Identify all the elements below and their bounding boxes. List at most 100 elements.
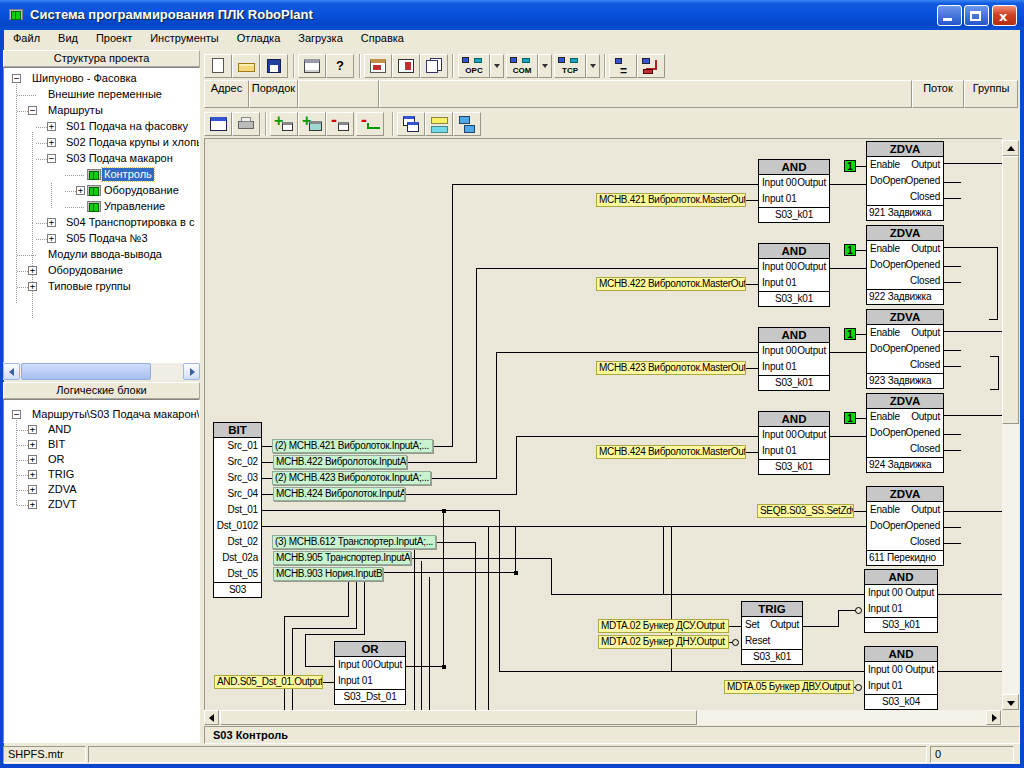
hscroll-thumb[interactable] [220,710,697,725]
tree-item-label[interactable]: ZDVA [46,483,79,496]
menu-item-5[interactable]: Загрузка [289,30,351,46]
menu-item-1[interactable]: Вид [49,30,87,46]
block-AND[interactable]: ANDInput 00OutputInput 01S03_k04 [864,646,938,710]
signal-label-yellow[interactable]: AND.S05_Dst_01.Output [214,675,323,689]
scroll-right-button[interactable] [986,710,1001,725]
tree-item-label[interactable]: S03 Подача макарон [64,152,175,165]
tree-expander[interactable]: + [76,186,85,195]
tree-expander[interactable]: + [28,440,37,449]
tree-expander[interactable]: + [28,425,37,434]
block-ZDVA[interactable]: ZDVAEnableOutputDoOpenOpenedClosed921 За… [866,141,944,221]
tree-expander[interactable]: + [47,218,56,227]
close-button[interactable]: x [992,5,1017,26]
tree-expander[interactable]: − [28,106,37,115]
signal-label-yellow[interactable]: МСНВ.423 Вибролоток.MasterOut [596,361,746,375]
signal-label-green[interactable]: МСНВ.422 Вибролоток.InputA [273,455,407,469]
block-ZDVA[interactable]: ZDVAEnableOutputDoOpenOpenedClosed611 Пе… [866,486,944,566]
block-AND[interactable]: ANDInput 00OutputInput 01S03_k01 [864,569,938,633]
add-block-button[interactable]: + [270,112,298,136]
diagram-canvas[interactable]: ANDInput 00OutputInput 01S03_k01 ANDInput… [204,138,1002,710]
equals-button[interactable]: = [609,54,637,78]
scroll-left-button[interactable] [204,710,219,725]
table-button[interactable] [298,54,326,78]
block-AND[interactable]: ANDInput 00OutputInput 01S03_k01 [758,411,830,475]
opc-dropdown[interactable] [490,54,504,78]
tree-item-label[interactable]: Оборудование [102,184,181,197]
help-button[interactable]: ? [326,54,354,78]
remove-block-button[interactable]: - [326,112,354,136]
tree-expander[interactable]: + [47,234,56,243]
menu-item-4[interactable]: Отладка [228,30,289,46]
print-button[interactable] [232,112,260,136]
grid-header-cell-1[interactable]: Порядок [249,80,298,108]
signal-label-yellow[interactable]: MDTA.02 Бункер ДНУ.Output [598,635,729,649]
menu-item-2[interactable]: Проект [87,30,141,46]
grid-header-cell-5[interactable]: Группы [964,80,1018,108]
block-ZDVA[interactable]: ZDVAEnableOutputDoOpenOpenedClosed923 За… [866,309,944,389]
configure-block-button[interactable] [392,54,420,78]
tile-horizontal-button[interactable] [425,112,453,136]
remove-link-button[interactable]: - [356,112,384,136]
grid-header-cell-4[interactable]: Поток [912,80,964,108]
tree-scroll-thumb[interactable] [21,363,151,380]
tree-item-label[interactable]: TRIG [46,468,76,481]
tree-expander[interactable]: + [28,485,37,494]
import-block-button[interactable] [364,54,392,78]
tree-expander[interactable]: − [12,74,21,83]
block-ZDVA[interactable]: ZDVAEnableOutputDoOpenOpenedClosed924 За… [866,393,944,473]
tree-scroll-left-button[interactable] [3,363,20,380]
menu-item-6[interactable]: Справка [352,30,413,46]
maximize-button[interactable] [964,5,989,26]
block-OR[interactable]: ORInput 00OutputInput 01S03_Dst_01 [334,641,406,705]
tree-scroll-right-button[interactable] [183,363,200,380]
com-button[interactable]: COM [506,54,538,78]
grid-header-cell-0[interactable]: Адрес [204,80,249,108]
tree-item-label[interactable]: Модули ввода-вывода [46,248,164,261]
signal-label-yellow[interactable]: SEQB.S03_SS.SetZdv [757,504,854,518]
tree-item-label[interactable]: Шипуново - Фасовка [30,72,139,85]
block-BIT[interactable]: BITSrc_01Src_02Src_03Src_04Dst_01Dst_010… [213,422,262,598]
tree-item-label[interactable]: Типовые группы [46,280,133,293]
block-AND[interactable]: ANDInput 00OutputInput 01S03_k01 [758,243,830,307]
tree-item-label[interactable]: AND [46,423,73,436]
grid-header-cell-3[interactable] [379,80,912,108]
tree-item-label[interactable]: OR [46,453,67,466]
scroll-down-button[interactable] [1002,694,1019,710]
opc-button[interactable]: OPC [458,54,490,78]
tree-expander[interactable]: − [47,154,56,163]
tree-expander[interactable]: + [28,266,37,275]
tree-item-label[interactable]: ZDVT [46,498,79,511]
tree-expander[interactable]: + [47,122,56,131]
tree-expander[interactable]: + [28,455,37,464]
download-button[interactable] [637,54,665,78]
tree-item-label[interactable]: Маршруты [46,104,105,117]
com-dropdown[interactable] [538,54,552,78]
tree-item-label[interactable]: BIT [46,438,67,451]
signal-label-yellow[interactable]: MDTA.05 Бункер ДВУ.Output [724,680,854,694]
tree-expander[interactable]: + [47,138,56,147]
tree-item-label[interactable]: Управление [102,200,167,213]
block-ZDVA[interactable]: ZDVAEnableOutputDoOpenOpenedClosed922 За… [866,225,944,305]
scroll-up-button[interactable] [1002,140,1019,156]
grid-header-cell-2[interactable] [298,80,379,108]
tree-expander[interactable]: + [28,282,37,291]
vscroll-thumb[interactable] [1002,156,1019,424]
block-TRIG[interactable]: TRIGSetOutputResetS03_k01 [741,601,803,665]
signal-label-green[interactable]: МСНВ.905 Транспортер.InputA [273,551,411,565]
signal-label-yellow[interactable]: MDTA.02 Бункер ДСУ.Output [598,619,729,633]
signal-label-green[interactable]: (2) МСНВ.423 Вибролоток.InputA;... [272,471,431,485]
tree-item-label[interactable]: Контроль [102,168,154,181]
block-AND[interactable]: ANDInput 00OutputInput 01S03_k01 [758,327,830,391]
menu-item-3[interactable]: Инструменты [141,30,228,46]
open-file-button[interactable] [232,54,260,78]
signal-label-yellow[interactable]: МСНВ.422 Вибролоток.MasterOut [596,277,746,291]
minimize-button[interactable] [937,5,962,26]
add-block-group-button[interactable]: + [298,112,326,136]
tree-item-label[interactable]: S04 Транспортировка в с [64,216,196,229]
tcp-dropdown[interactable] [586,54,600,78]
tcp-button[interactable]: TCP [554,54,586,78]
tree-expander[interactable]: − [12,410,21,419]
new-file-button[interactable] [204,54,232,78]
tree-item-label[interactable]: Оборудование [46,264,125,277]
tree-item-label[interactable]: Внешние переменные [46,88,164,101]
